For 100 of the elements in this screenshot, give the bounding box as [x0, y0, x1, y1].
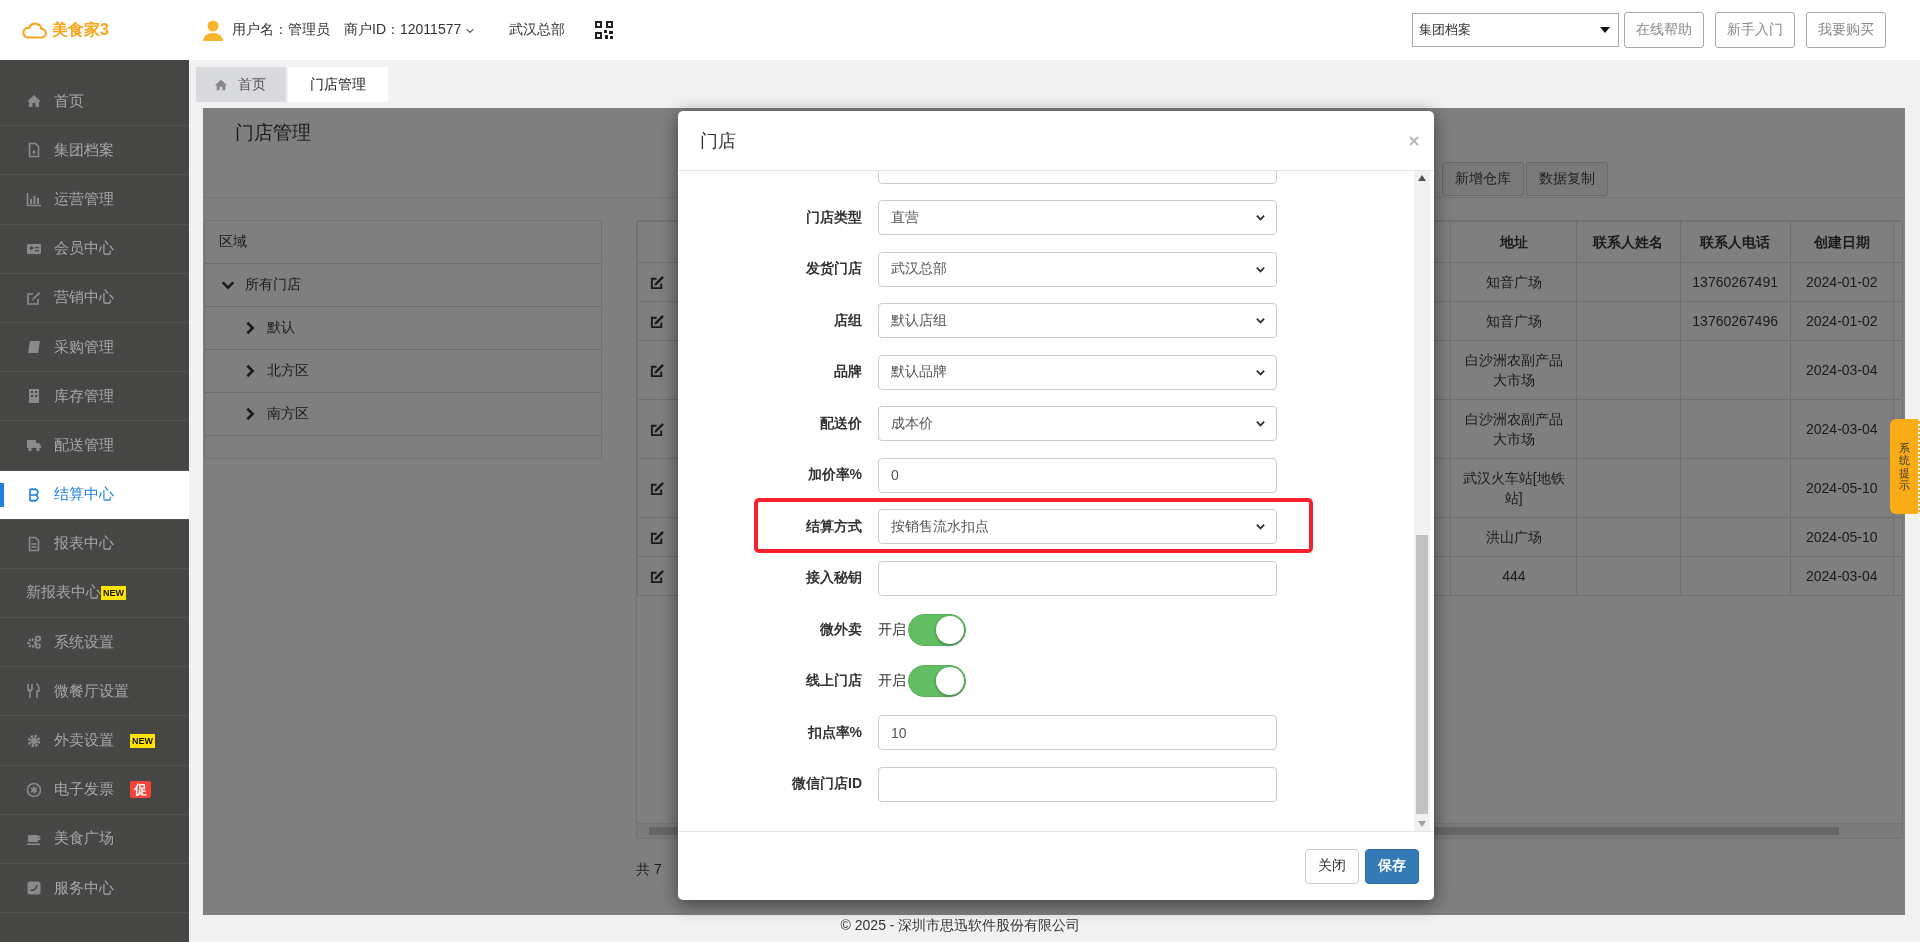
- table-cell: 2024-03-04: [1790, 556, 1894, 596]
- close-dialog-button[interactable]: 关闭: [1305, 848, 1359, 884]
- table-cell: 知音广场: [1450, 301, 1577, 341]
- field-label: 品牌: [833, 363, 862, 381]
- table-cell: 洪山广场: [1450, 517, 1577, 557]
- merchant-id-dropdown[interactable]: 商户ID：12011577: [344, 21, 476, 39]
- toggle-switch[interactable]: [908, 665, 966, 697]
- tree-item[interactable]: 所有门店: [205, 264, 601, 307]
- select-field[interactable]: 按销售流水扣点: [878, 509, 1277, 544]
- select-field[interactable]: 成本价: [878, 406, 1277, 441]
- dialog-title: 门店: [700, 129, 736, 153]
- page-title: 门店管理: [235, 122, 311, 143]
- sidebar-item[interactable]: 结算中心: [0, 470, 189, 520]
- document-icon: [26, 142, 42, 159]
- panel-title: 区域: [219, 233, 247, 251]
- save-button[interactable]: 保存: [1365, 848, 1419, 884]
- table-cell: 2024-01-02: [1790, 301, 1894, 341]
- column-header: 创建日期: [1790, 221, 1894, 263]
- qr-code-icon: [595, 21, 614, 39]
- field-label: 接入秘钥: [805, 569, 862, 587]
- select-field[interactable]: 默认店组: [878, 303, 1277, 338]
- edit-icon: [650, 529, 665, 545]
- edit-icon: [650, 362, 665, 378]
- select-field[interactable]: 武汉总部: [878, 251, 1277, 287]
- file-icon: [26, 535, 42, 552]
- copyright-text: © 2025 - 深圳市思迅软件股份有限公司: [840, 917, 1081, 933]
- gears-icon: [26, 634, 42, 651]
- input-field[interactable]: 10: [878, 715, 1277, 750]
- edit-icon: [650, 313, 665, 329]
- app-logo-text: 美食家3: [52, 19, 109, 40]
- table-cell: 白沙洲农副产品大市场: [1450, 399, 1577, 459]
- column-header: 联系人电话: [1680, 221, 1791, 263]
- input-field[interactable]: [878, 766, 1277, 802]
- user-avatar-icon: [202, 18, 224, 42]
- select-field[interactable]: 默认品牌: [878, 354, 1277, 390]
- edit-icon: [650, 421, 665, 437]
- sidebar-item[interactable]: 外卖设置 NEW: [0, 716, 189, 766]
- field-label: 线上门店: [805, 672, 862, 690]
- field-label: 加价率%: [806, 466, 862, 484]
- new-badge: NEW: [130, 733, 155, 748]
- asterisk-circle-icon: [26, 781, 42, 798]
- field-label: 门店类型: [805, 208, 862, 227]
- bitcoin-icon: [26, 486, 42, 503]
- sidebar-item[interactable]: 电子发票 促: [0, 765, 189, 815]
- edit-icon: [650, 568, 665, 584]
- table-cell: 444: [1450, 556, 1577, 596]
- field-label: 扣点率%: [806, 723, 862, 742]
- header-button[interactable]: 新手入门: [1715, 12, 1795, 48]
- column-header: 联系人姓名: [1576, 221, 1681, 263]
- square-icon: [26, 880, 42, 897]
- table-cell: 武汉火车站[地铁站]: [1450, 458, 1577, 518]
- chevron-down-icon: [1255, 315, 1266, 326]
- book-icon: [26, 339, 42, 356]
- tab[interactable]: 首页: [196, 67, 286, 102]
- group-select[interactable]: 集团档案: [1412, 13, 1619, 47]
- truck-icon: [26, 437, 42, 454]
- pager-summary: 共 7: [636, 861, 662, 877]
- tree-item[interactable]: 南方区: [205, 393, 601, 436]
- home-icon: [214, 77, 228, 92]
- column-header: 地址: [1450, 221, 1577, 263]
- tab[interactable]: 门店管理: [288, 67, 388, 102]
- bar-chart-icon: [26, 191, 42, 208]
- store-name: 武汉总部: [509, 21, 566, 39]
- header-button[interactable]: 我要购买: [1806, 12, 1886, 48]
- input-field[interactable]: [878, 560, 1277, 596]
- tree-item[interactable]: 默认: [205, 307, 601, 350]
- switch-label: 开启: [878, 672, 906, 690]
- cutlery-icon: [26, 683, 42, 700]
- chevron-down-icon: [1255, 418, 1266, 429]
- table-cell: 2024-01-02: [1790, 262, 1894, 302]
- scroll-up-arrow-icon: [1418, 175, 1426, 181]
- new-badge: NEW: [101, 585, 126, 600]
- scroll-down-arrow-icon: [1418, 821, 1426, 827]
- field-label: 店组: [833, 311, 862, 330]
- caret-down-icon: [1600, 27, 1610, 33]
- home-icon: [26, 93, 42, 110]
- gear-icon: [26, 732, 42, 749]
- field-label: 配送价: [819, 414, 862, 433]
- select-field[interactable]: 直营: [878, 200, 1277, 235]
- table-cell: 13760267496: [1680, 301, 1791, 341]
- edit-icon: [26, 289, 42, 306]
- field-label: 微信门店ID: [791, 775, 862, 793]
- chevron-down-icon: [1255, 521, 1266, 532]
- header-button[interactable]: 在线帮助: [1624, 12, 1704, 48]
- promo-badge: 促: [130, 781, 151, 799]
- close-button[interactable]: [1408, 134, 1420, 147]
- tree-item[interactable]: 北方区: [205, 350, 601, 393]
- input-field[interactable]: 0: [878, 457, 1277, 493]
- scrollbar-thumb[interactable]: [1416, 535, 1428, 814]
- table-cell: 知音广场: [1450, 262, 1577, 302]
- toolbar-button[interactable]: 新增仓库: [1442, 162, 1524, 196]
- edit-icon: [650, 480, 665, 496]
- switch-label: 开启: [878, 620, 906, 639]
- field-label: 微外卖: [819, 620, 862, 639]
- chevron-down-icon: [1255, 212, 1266, 223]
- table-cell: 2024-03-04: [1790, 340, 1894, 400]
- field-label: 结算方式: [805, 517, 862, 536]
- toggle-switch[interactable]: [908, 613, 966, 646]
- field-label: 发货门店: [805, 260, 862, 278]
- toolbar-button[interactable]: 数据复制: [1526, 162, 1608, 196]
